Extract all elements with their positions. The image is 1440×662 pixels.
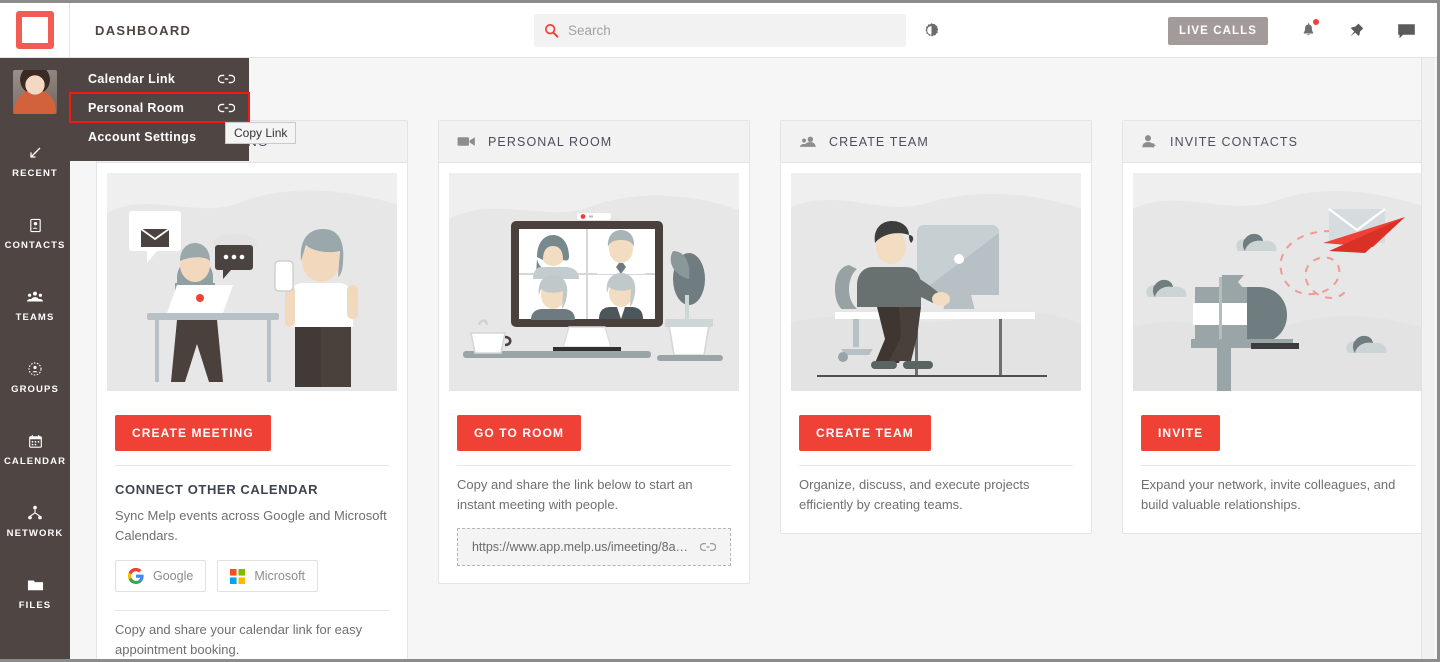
- search-icon: [534, 23, 568, 38]
- calendar-icon: [28, 433, 43, 449]
- app-logo[interactable]: [0, 3, 70, 57]
- video-camera-icon: [457, 135, 476, 148]
- profile-dropdown-menu: Calendar Link Personal Room Account Sett…: [69, 58, 250, 161]
- create-team-description: Organize, discuss, and execute projects …: [799, 477, 1030, 512]
- card-create-team: CREATE TEAM CREATE TEAM Organize, discus…: [780, 120, 1092, 534]
- copy-link-tooltip: Copy Link: [225, 122, 297, 144]
- invite-description: Expand your network, invite colleagues, …: [1141, 477, 1396, 512]
- card-header: PERSONAL ROOM: [439, 121, 749, 163]
- connect-google-button[interactable]: Google: [115, 560, 207, 592]
- card-title: PERSONAL ROOM: [488, 134, 613, 149]
- network-nodes-icon: [27, 505, 43, 521]
- google-icon: [128, 568, 144, 584]
- personal-room-link-text: Copy and share the link below to start a…: [457, 477, 693, 512]
- sidebar-item-groups[interactable]: GROUPS: [0, 342, 70, 414]
- menu-item-personal-room[interactable]: Personal Room: [69, 92, 250, 123]
- melp-logo-icon: [15, 11, 54, 49]
- two-people-messaging-illustration: [107, 173, 397, 391]
- team-people-icon: [799, 135, 817, 149]
- sidebar-label: CONTACTS: [4, 240, 66, 251]
- menu-label: Personal Room: [88, 100, 185, 115]
- contact-card-icon: [28, 217, 43, 233]
- user-avatar-button[interactable]: [0, 58, 70, 126]
- folder-icon: [27, 577, 44, 593]
- link-icon[interactable]: [218, 102, 235, 114]
- theme-toggle-icon[interactable]: [920, 20, 942, 42]
- sidebar-label: GROUPS: [11, 384, 59, 395]
- app-window: DASHBOARD LIVE CALLS: [0, 0, 1440, 662]
- link-icon[interactable]: [218, 73, 235, 85]
- microsoft-icon: [230, 568, 246, 584]
- connect-calendar-text: Sync Melp events across Google and Micro…: [115, 508, 387, 543]
- page-title: DASHBOARD: [95, 22, 192, 38]
- create-meeting-button[interactable]: CREATE MEETING: [115, 415, 271, 451]
- card-title: CREATE TEAM: [829, 134, 929, 149]
- teams-people-icon: [26, 289, 44, 305]
- pin-icon[interactable]: [1344, 19, 1368, 43]
- search-bar[interactable]: [534, 14, 906, 47]
- chat-icon[interactable]: [1394, 19, 1418, 43]
- connect-calendar-title: CONNECT OTHER CALENDAR: [115, 482, 319, 497]
- card-personal-room: PERSONAL ROOM GO TO ROOM Copy and share …: [438, 120, 750, 584]
- card-header: INVITE CONTACTS: [1123, 121, 1433, 163]
- card-title: INVITE CONTACTS: [1170, 134, 1299, 149]
- live-calls-button[interactable]: LIVE CALLS: [1168, 17, 1268, 45]
- sidebar-label: TEAMS: [15, 312, 55, 323]
- notification-badge: [1313, 19, 1319, 25]
- link-icon[interactable]: [700, 541, 717, 553]
- sidebar-item-teams[interactable]: TEAMS: [0, 270, 70, 342]
- sidebar-label: NETWORK: [6, 528, 64, 539]
- sidebar-item-files[interactable]: FILES: [0, 558, 70, 630]
- provider-label: Google: [153, 569, 194, 583]
- avatar: [13, 70, 57, 114]
- recent-arrow-icon: [27, 145, 43, 161]
- menu-item-calendar-link[interactable]: Calendar Link: [70, 64, 249, 93]
- personal-room-copy-field[interactable]: https://www.app.melp.us/imeeting/8a…: [457, 528, 731, 566]
- menu-label: Calendar Link: [88, 71, 176, 86]
- card-invite-contacts: INVITE CONTACTS INVITE Expand your netwo…: [1122, 120, 1434, 534]
- video-conference-monitor-illustration: [449, 173, 739, 391]
- notifications-bell-icon[interactable]: [1296, 19, 1320, 43]
- connect-microsoft-button[interactable]: Microsoft: [217, 560, 319, 592]
- greeting-title: a Mandlenkosi: [96, 83, 1437, 109]
- create-team-button[interactable]: CREATE TEAM: [799, 415, 931, 451]
- dashboard-cards: CREATE MEETING CONNECT OTHER CALENDAR Sy…: [96, 120, 1434, 659]
- calendar-link-text: Copy and share your calendar link for ea…: [115, 622, 363, 657]
- sidebar-item-contacts[interactable]: CONTACTS: [0, 198, 70, 270]
- sidebar-label: RECENT: [12, 168, 58, 179]
- sidebar-label: CALENDAR: [3, 456, 67, 467]
- vertical-scrollbar[interactable]: [1421, 58, 1434, 659]
- personal-room-url: https://www.app.melp.us/imeeting/8a…: [471, 540, 689, 554]
- sidebar-item-network[interactable]: NETWORK: [0, 486, 70, 558]
- person-at-desk-illustration: [791, 173, 1081, 391]
- person-add-icon: [1141, 134, 1158, 149]
- invite-button[interactable]: INVITE: [1141, 415, 1221, 451]
- top-bar: DASHBOARD LIVE CALLS: [0, 3, 1437, 58]
- left-sidebar: RECENT CONTACTS TEAMS GROUPS CALENDAR NE…: [0, 58, 70, 659]
- go-to-room-button[interactable]: GO TO ROOM: [457, 415, 582, 451]
- card-header: CREATE TEAM: [781, 121, 1091, 163]
- mailbox-paper-plane-illustration: [1133, 173, 1423, 391]
- sidebar-item-calendar[interactable]: CALENDAR: [0, 414, 70, 486]
- main-content: a Mandlenkosi CREATE MEETING: [70, 58, 1437, 659]
- groups-circle-icon: [27, 361, 43, 377]
- search-input[interactable]: [568, 23, 906, 38]
- sidebar-label: FILES: [18, 600, 52, 611]
- menu-label: Account Settings: [88, 129, 197, 144]
- card-create-meeting: CREATE MEETING CONNECT OTHER CALENDAR Sy…: [96, 120, 408, 659]
- provider-label: Microsoft: [254, 569, 306, 583]
- sidebar-item-recent[interactable]: RECENT: [0, 126, 70, 198]
- calendar-providers: Google Microsoft: [97, 546, 407, 592]
- menu-item-account-settings[interactable]: Account Settings: [70, 122, 249, 151]
